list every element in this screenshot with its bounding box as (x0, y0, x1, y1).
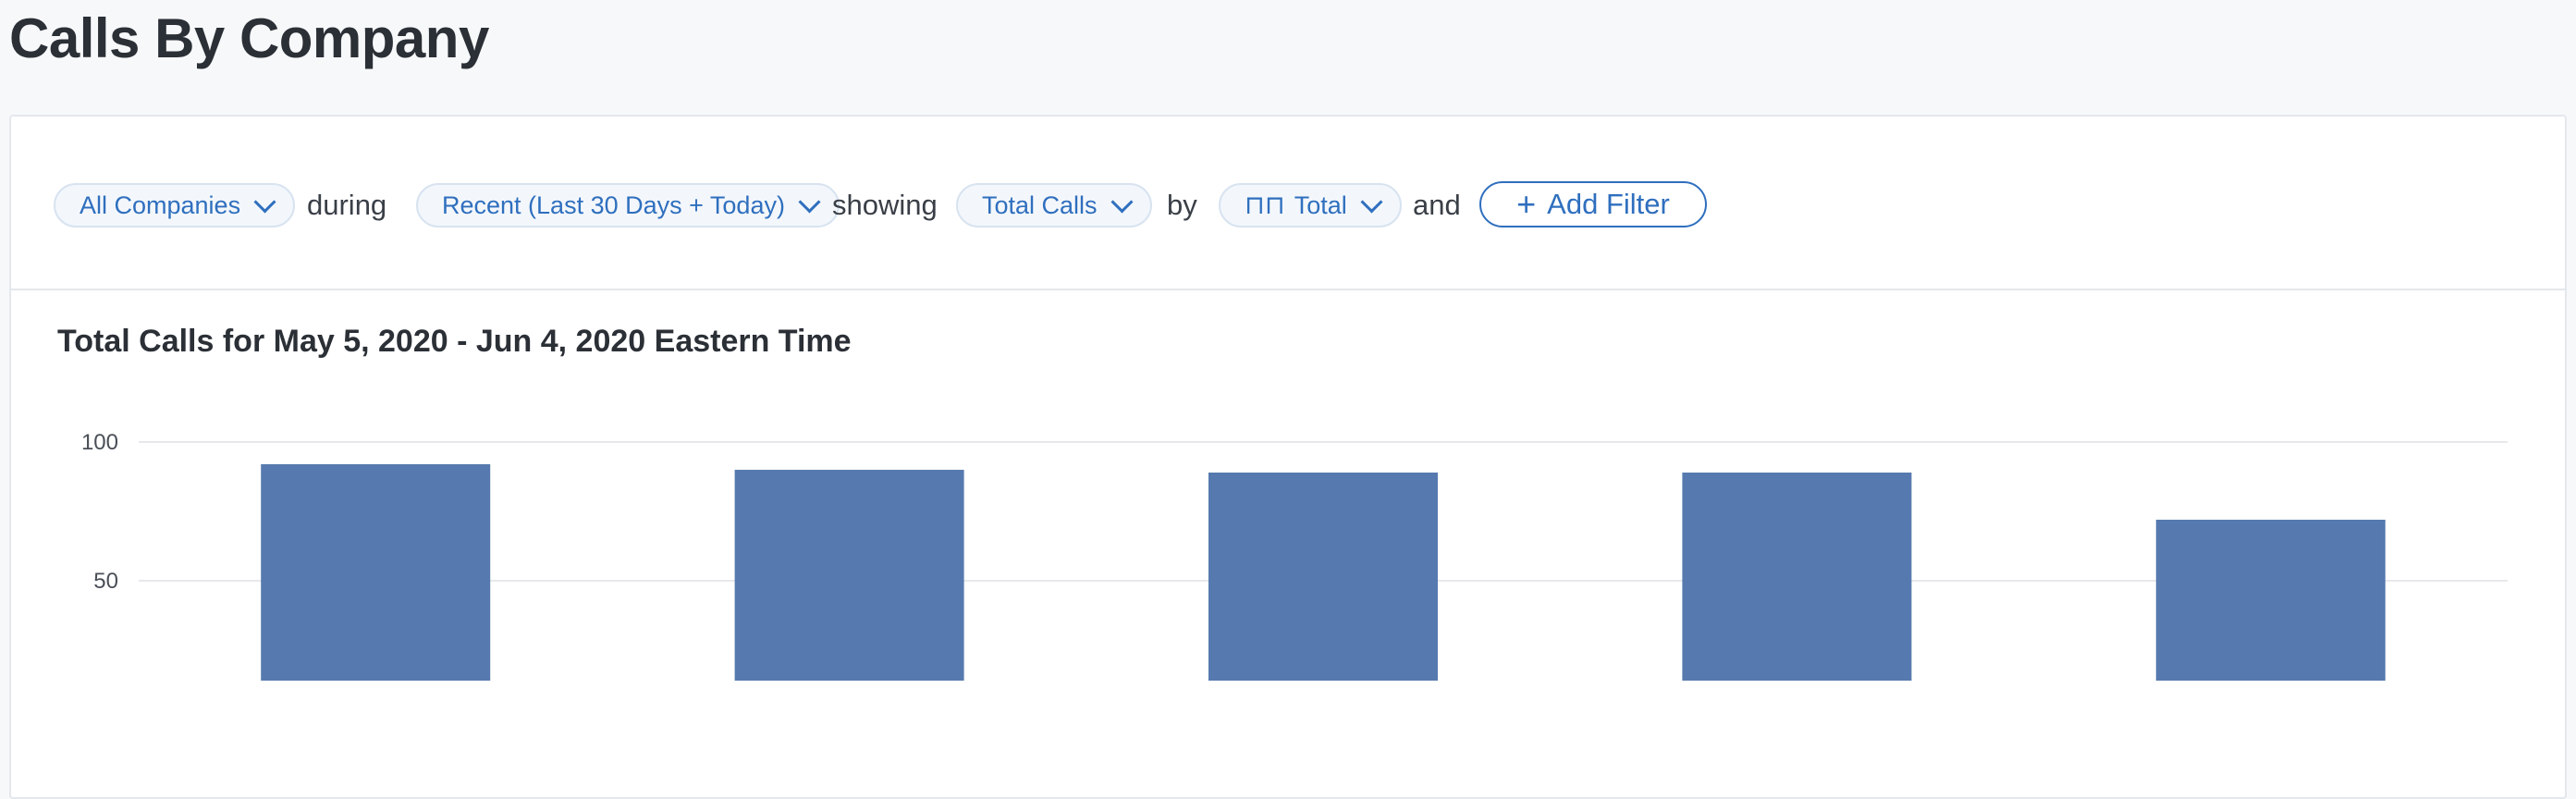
report-card: All Companies during Recent (Last 30 Day… (9, 115, 2567, 799)
bar-lone-star-lodestar (1208, 473, 1438, 681)
bar-dfw-sporting-goods (261, 464, 491, 681)
y-tick-label: 100 (81, 430, 118, 455)
bar-dallas-neon-works (734, 470, 964, 681)
bar-the-belmont-bros (2155, 520, 2386, 681)
bar-tremblay-and-sons (1682, 473, 1912, 681)
page-title: Calls By Company (9, 7, 489, 69)
y-tick-label: 50 (93, 569, 118, 594)
bar-chart: 050100DFW Sporting GoodsDallas Neon Work… (81, 430, 2508, 681)
